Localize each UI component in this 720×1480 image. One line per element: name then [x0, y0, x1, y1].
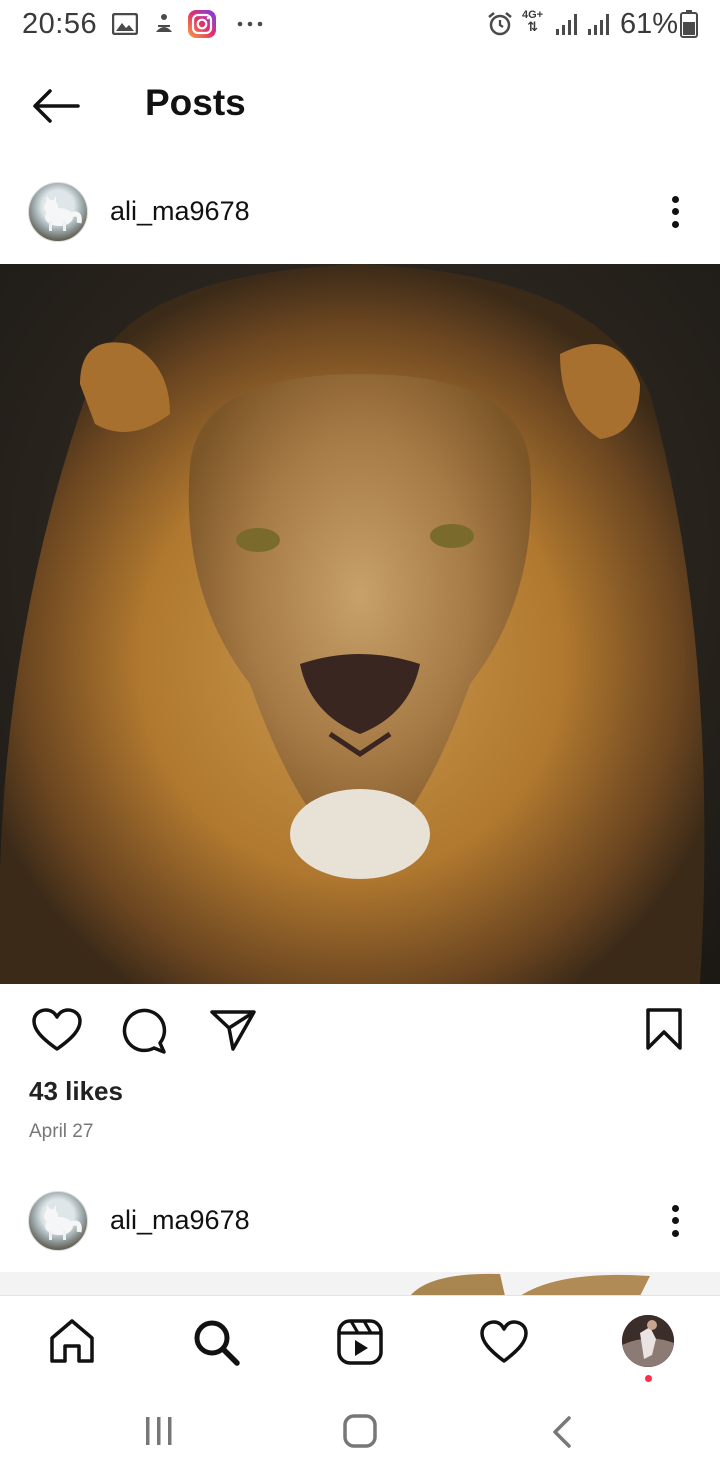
network-type: 4G+ ⇅: [522, 9, 544, 34]
battery-icon: [680, 10, 698, 38]
fox-avatar-image: [44, 1205, 82, 1240]
next-photo-preview: [0, 1272, 720, 1296]
activity-heart-icon[interactable]: [480, 1320, 528, 1364]
signal-icon-1: [556, 14, 577, 35]
system-navigation-bar: [0, 1391, 720, 1480]
post-options-icon[interactable]: [668, 192, 684, 232]
post-date: April 27: [29, 1121, 94, 1142]
recent-apps-icon[interactable]: [144, 1415, 174, 1447]
more-notifications-icon: [237, 21, 263, 27]
notification-dot: [645, 1375, 652, 1382]
profile-avatar[interactable]: [622, 1315, 674, 1367]
fox-avatar-image: [44, 196, 82, 231]
comment-icon[interactable]: [120, 1008, 168, 1054]
post-author-username[interactable]: ali_ma9678: [110, 196, 250, 227]
bottom-navigation: [0, 1295, 720, 1392]
home-icon[interactable]: [48, 1318, 96, 1364]
profile-photo: [622, 1315, 674, 1367]
post-options-icon[interactable]: [668, 1201, 684, 1241]
home-button-icon[interactable]: [342, 1413, 378, 1449]
status-time: 20:56: [22, 8, 98, 40]
system-back-icon[interactable]: [550, 1415, 574, 1449]
status-bar: 20:56 4G+ ⇅ 61%: [0, 0, 720, 52]
like-heart-icon[interactable]: [32, 1008, 82, 1052]
likes-count[interactable]: 43 likes: [29, 1076, 123, 1107]
meditation-icon: [156, 14, 172, 32]
reels-icon[interactable]: [336, 1318, 384, 1366]
battery-percent: 61%: [620, 8, 679, 40]
share-send-icon[interactable]: [209, 1008, 257, 1052]
search-icon[interactable]: [192, 1318, 240, 1366]
signal-icon-2: [588, 14, 609, 35]
gallery-icon: [112, 13, 138, 35]
instagram-icon: [188, 10, 216, 38]
post-photo[interactable]: [0, 264, 720, 984]
save-bookmark-icon[interactable]: [644, 1007, 684, 1051]
alarm-icon: [488, 12, 512, 36]
post-author-username[interactable]: ali_ma9678: [110, 1205, 250, 1236]
post-author-avatar[interactable]: [28, 1191, 88, 1251]
page-title: Posts: [145, 82, 246, 123]
back-arrow-icon[interactable]: [32, 88, 80, 124]
next-post-photo[interactable]: [0, 1272, 720, 1296]
lion-photo: [0, 264, 720, 984]
post-author-avatar[interactable]: [28, 182, 88, 242]
